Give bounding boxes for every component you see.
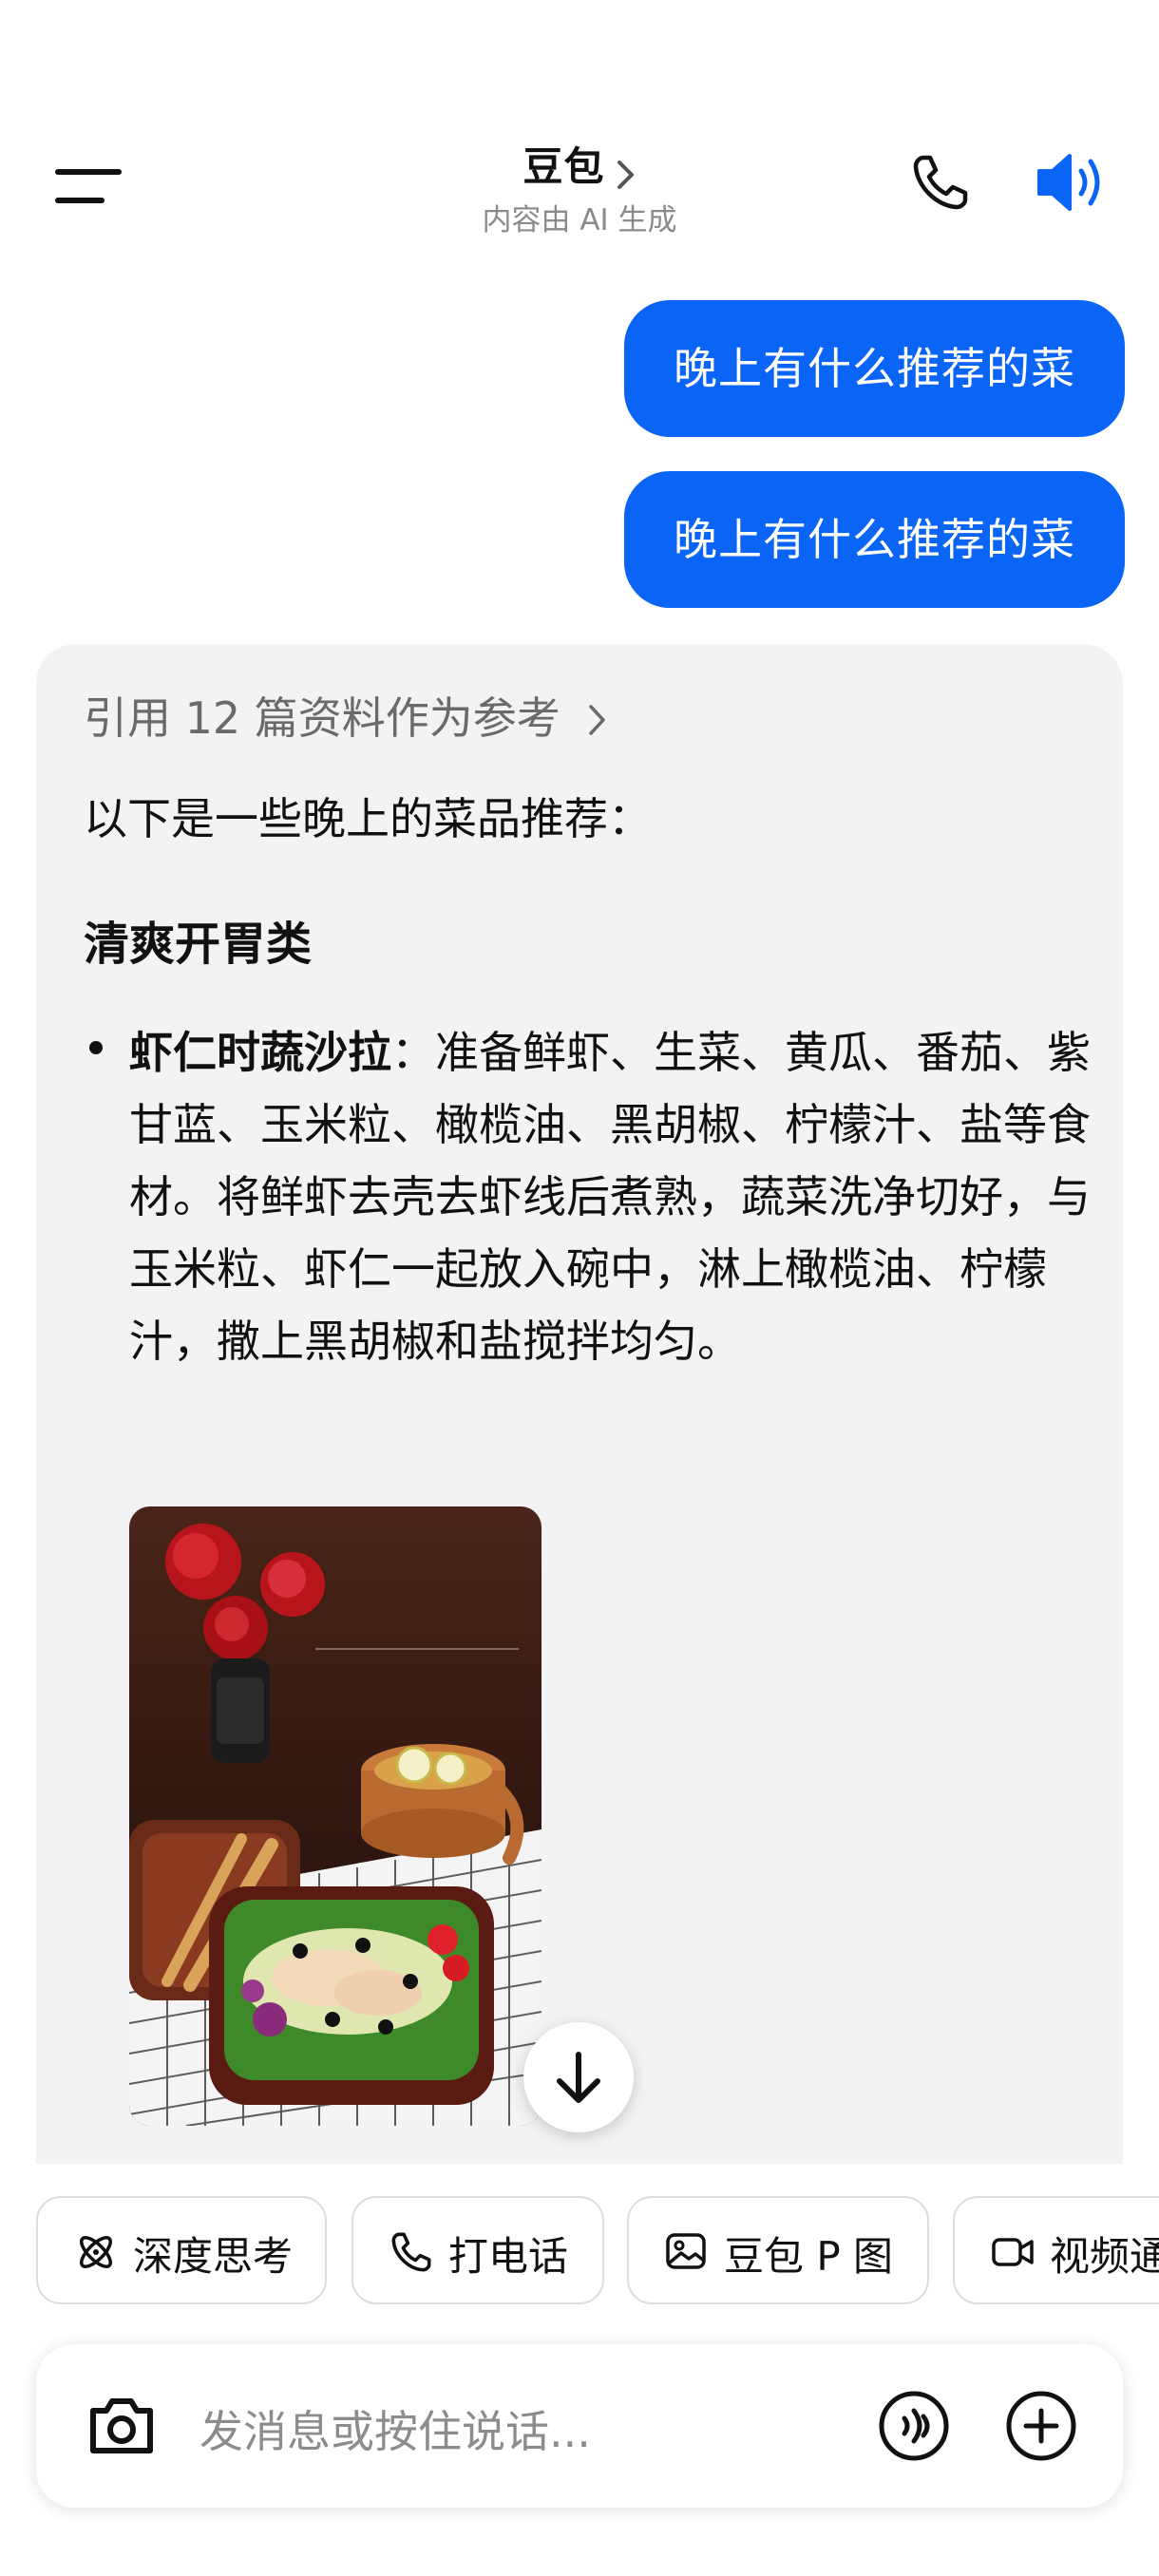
camera-icon[interactable] [86,2390,158,2466]
bot-name: 豆包 [522,143,605,190]
chevron-right-icon [616,159,636,195]
image-edit-icon [665,2230,709,2278]
speaker-icon[interactable] [1034,148,1106,220]
bullet-title: 虾仁时蔬沙拉 [129,1027,391,1078]
chip-label: 视频通 [1050,2233,1159,2280]
chip-phone-call[interactable]: 打电话 [352,2196,604,2304]
chat-title[interactable]: 豆包 [0,135,1159,195]
voice-wave-icon[interactable] [876,2388,952,2468]
chevron-right-icon [587,696,608,748]
arrow-down-icon [557,2052,600,2103]
chip-image-edit[interactable]: 豆包 P 图 [627,2196,929,2304]
chip-label: 打电话 [448,2233,569,2280]
phone-call-icon[interactable] [910,152,971,217]
reference-link[interactable]: 引用 12 篇资料作为参考 [84,684,608,748]
chip-label: 深度思考 [133,2233,294,2280]
header: 豆包 内容由 AI 生成 [0,0,1159,275]
chip-label: 豆包 P 图 [724,2233,894,2280]
bullet-item: 虾仁时蔬沙拉：准备鲜虾、生菜、黄瓜、番茄、紫甘蓝、玉米粒、橄榄油、黑胡椒、柠檬汁… [129,1016,1098,1377]
quick-actions: 深度思考 打电话 豆包 P 图 视频通 [0,2196,1159,2310]
section-title: 清爽开胃类 [84,918,313,971]
chip-video-call[interactable]: 视频通 [953,2196,1159,2304]
plus-circle-icon[interactable] [1003,2388,1079,2468]
assistant-answer: 引用 12 篇资料作为参考 以下是一些晚上的菜品推荐： 清爽开胃类 虾仁时蔬沙拉… [36,644,1123,2164]
atom-icon [74,2230,118,2278]
bullet-dot [89,1041,103,1054]
video-icon [991,2230,1035,2278]
message-input[interactable]: 发消息或按住说话... [200,2397,591,2460]
scroll-to-bottom-button[interactable] [523,2022,634,2132]
ai-disclaimer: 内容由 AI 生成 [482,203,677,237]
chip-deep-think[interactable]: 深度思考 [36,2196,327,2304]
user-message[interactable]: 晚上有什么推荐的菜 [624,471,1125,608]
bottom-safe-area [0,2557,1159,2576]
dish-photo[interactable] [129,1506,542,2126]
reference-label: 引用 12 篇资料作为参考 [84,692,560,744]
user-message[interactable]: 晚上有什么推荐的菜 [624,300,1125,437]
answer-intro: 以下是一些晚上的菜品推荐： [84,793,652,844]
message-composer: 发消息或按住说话... [36,2344,1123,2508]
phone-icon [390,2230,433,2278]
